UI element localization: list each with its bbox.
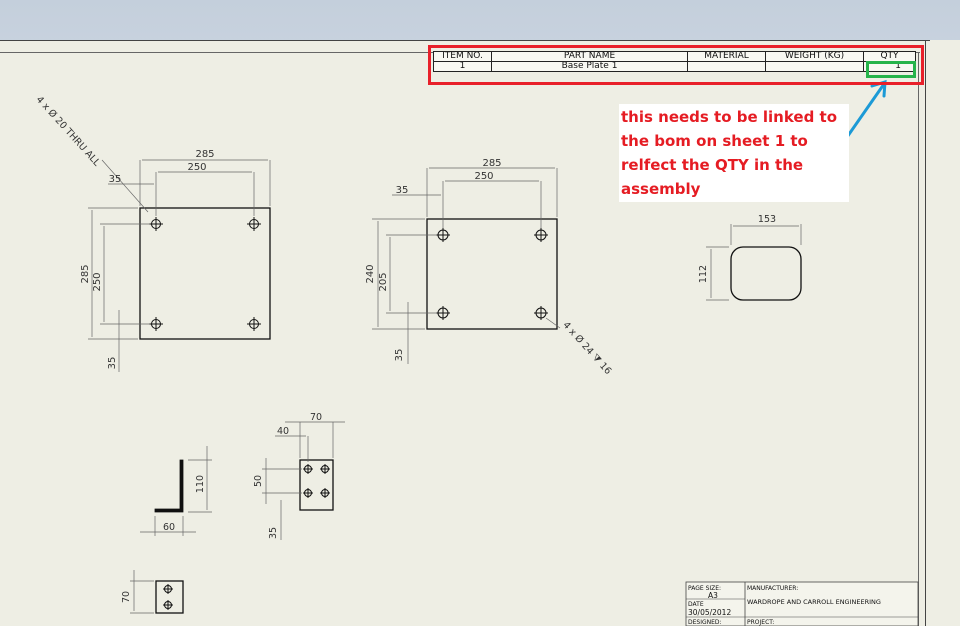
annotation-arrow [843, 79, 887, 142]
designed-label: DESIGNED: [688, 619, 722, 626]
manufacturer-label: MANUFACTURER: [747, 585, 798, 592]
angle-front-holes [303, 464, 330, 498]
slot-dim-lines [706, 224, 802, 301]
plate1-dim-lines [88, 159, 271, 372]
small-part-dim-lines [130, 570, 154, 614]
page-size-value: A3 [708, 591, 718, 600]
date-label: DATE [688, 601, 704, 608]
angle-side-outline [154, 459, 184, 513]
plate1-dim-edge-offset: 35 [109, 174, 122, 185]
plate1-dim-overall-width: 285 [195, 149, 214, 160]
plate1-dim-overall-height: 285 [80, 264, 91, 283]
small-part-view[interactable]: 70 [121, 570, 184, 614]
plate1-view[interactable]: 285 250 35 285 250 35 4 x Ø 20 THRU ALL [34, 94, 271, 372]
title-block: PAGE SIZE: A3 DATE 30/05/2012 DESIGNED: … [685, 581, 919, 626]
plate2-dim-hole-height: 205 [378, 272, 389, 291]
slot-dim-width: 153 [758, 214, 776, 225]
qty-highlight-box [866, 61, 916, 78]
slot-view[interactable]: 153 112 [698, 214, 802, 301]
small-part-holes [163, 584, 173, 610]
bom-highlight-box [428, 45, 924, 85]
angle-front-dim-offset: 40 [277, 426, 289, 437]
slot-outline [730, 246, 802, 301]
annotation-note: this needs to be linked to the bom on sh… [619, 104, 849, 202]
plate1-holes [149, 217, 261, 331]
angle-front-dim-hole-spacing: 50 [253, 475, 264, 487]
angle-front-dim-width: 70 [310, 412, 322, 423]
angle-side-dim-width: 60 [163, 522, 175, 533]
angle-front-view[interactable]: 70 40 50 35 [253, 412, 345, 540]
date-value: 30/05/2012 [688, 608, 731, 617]
plate1-dim-hole-height: 250 [92, 272, 103, 291]
plate1-dim-bottom-offset: 35 [107, 357, 118, 370]
plate1-dim-hole-width: 250 [187, 162, 206, 173]
plate2-dim-overall-width: 285 [482, 158, 501, 169]
plate2-hole-callout: 4 x Ø 24 ⧩ 16 [560, 320, 613, 377]
angle-side-dim-height: 110 [195, 475, 206, 493]
small-part-dim-height: 70 [121, 591, 132, 603]
plate1-outline [139, 207, 271, 340]
plate2-dim-hole-width: 250 [474, 171, 493, 182]
plate2-dim-bottom-offset: 35 [394, 349, 405, 362]
angle-front-dim-bottom-offset: 35 [268, 527, 279, 539]
manufacturer-value: WARDROPE AND CARROLL ENGINEERING [747, 598, 881, 606]
plate2-dim-edge-offset: 35 [396, 185, 409, 196]
plate2-view[interactable]: 285 250 35 240 205 35 4 x Ø 24 ⧩ 16 [365, 158, 613, 377]
slot-dim-height: 112 [698, 265, 709, 283]
project-label: PROJECT: [747, 619, 774, 626]
plate2-holes [436, 228, 548, 320]
angle-side-view[interactable]: 110 60 [140, 446, 212, 536]
plate2-dim-overall-height: 240 [365, 264, 376, 283]
drawing-canvas: 285 250 35 285 250 35 4 x Ø 20 THRU ALL [0, 40, 930, 626]
plate1-hole-callout: 4 x Ø 20 THRU ALL [34, 94, 103, 169]
plate2-dim-lines [372, 167, 561, 364]
